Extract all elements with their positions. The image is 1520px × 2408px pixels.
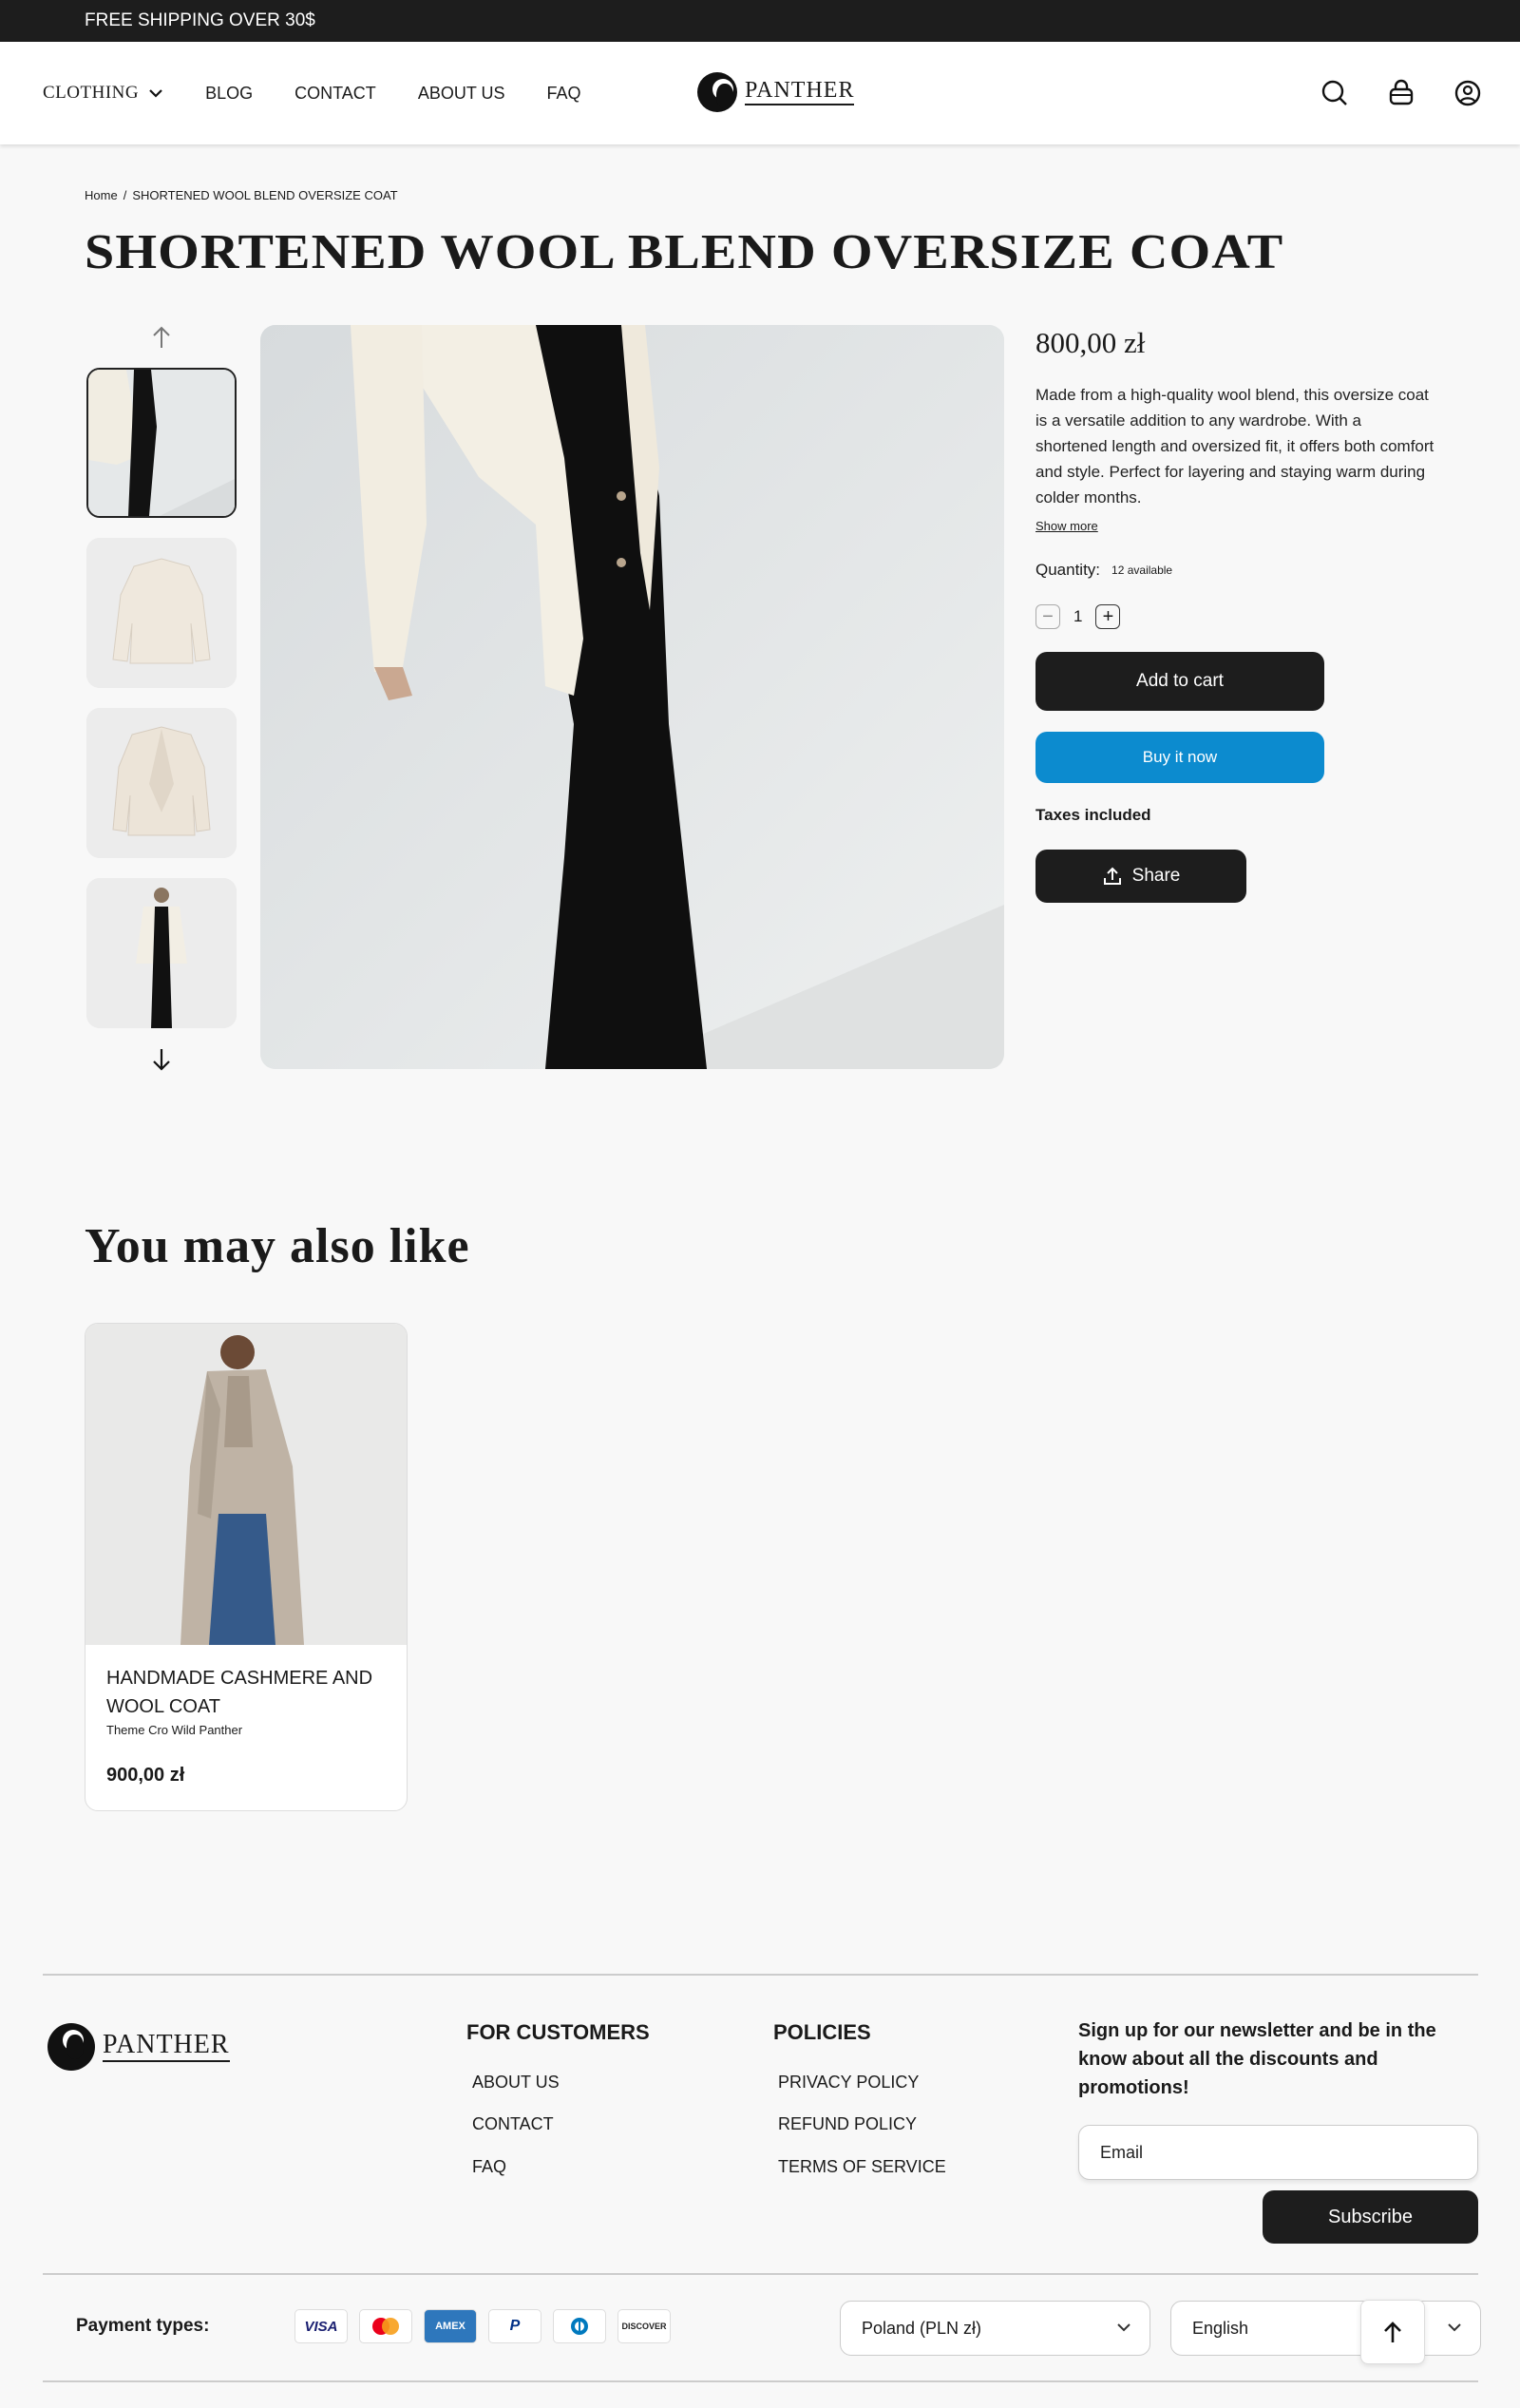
footer-link-privacy-policy[interactable]: PRIVACY POLICY <box>778 2073 919 2093</box>
quantity-plus-button[interactable]: + <box>1095 604 1121 629</box>
footer-link-faq[interactable]: FAQ <box>472 2157 506 2177</box>
quantity-minus-button[interactable]: − <box>1036 604 1060 629</box>
thumbnail-image <box>86 878 237 1028</box>
paypal-icon: P <box>488 2309 542 2343</box>
policies-title: POLICIES <box>773 2020 871 2044</box>
product-description: Made from a high-quality wool blend, thi… <box>1036 386 1434 506</box>
header-logo[interactable]: PANTHER <box>697 72 855 112</box>
gallery-thumbnail-3[interactable] <box>86 708 237 858</box>
cart-icon[interactable] <box>1387 79 1416 107</box>
quantity-stepper: − 1 + <box>1036 604 1121 629</box>
subscribe-button[interactable]: Subscribe <box>1263 2190 1478 2244</box>
country-value: Poland (PLN zł) <box>862 2318 982 2338</box>
gallery-thumbnail-2[interactable] <box>86 538 237 688</box>
payment-types-label: Payment types: <box>76 2316 210 2336</box>
coat-photo <box>86 1324 407 1645</box>
account-icon[interactable] <box>1454 79 1482 107</box>
for-customers-title: FOR CUSTOMERS <box>466 2020 650 2044</box>
buy-it-now-button[interactable]: Buy it now <box>1036 732 1324 783</box>
footer-link-terms-of-service[interactable]: TERMS OF SERVICE <box>778 2157 946 2177</box>
chevron-down-icon <box>1448 2323 1461 2332</box>
gallery-thumbnail-4[interactable] <box>86 878 237 1028</box>
main-product-image[interactable] <box>260 325 1004 1069</box>
nav-item-contact[interactable]: CONTACT <box>294 84 376 104</box>
footer-logo-text: PANTHER <box>103 2032 230 2062</box>
gallery-up-arrow-icon[interactable] <box>147 323 176 352</box>
footer-divider-middle <box>43 2273 1478 2275</box>
email-input[interactable]: Email <box>1078 2125 1478 2180</box>
product-card-image[interactable] <box>86 1324 407 1645</box>
footer-logo[interactable]: PANTHER <box>48 2023 230 2071</box>
diners-icon <box>553 2309 606 2343</box>
nav-item-about-us[interactable]: ABOUT US <box>418 84 505 104</box>
nav-item-faq[interactable]: FAQ <box>547 84 581 104</box>
language-selector[interactable]: English <box>1170 2301 1481 2356</box>
footer-link-refund-policy[interactable]: REFUND POLICY <box>778 2114 917 2134</box>
product-card-price: 900,00 zł <box>106 1765 185 1786</box>
thumbnail-image <box>88 370 235 516</box>
breadcrumb: Home / SHORTENED WOOL BLEND OVERSIZE COA… <box>85 188 398 202</box>
panther-logo-icon <box>48 2023 95 2071</box>
chevron-down-icon <box>1117 2323 1130 2332</box>
announcement-text: FREE SHIPPING OVER 30$ <box>85 10 315 30</box>
share-icon <box>1103 867 1121 885</box>
product-card-title[interactable]: HANDMADE CASHMERE AND WOOL COAT <box>106 1664 391 1721</box>
logo-text: PANTHER <box>745 79 855 105</box>
show-more-link[interactable]: Show more <box>1036 519 1098 533</box>
chevron-down-icon <box>149 89 162 98</box>
discover-icon: DISCOVER <box>618 2309 671 2343</box>
scroll-to-top-button[interactable] <box>1360 2300 1425 2364</box>
announcement-bar: FREE SHIPPING OVER 30$ <box>0 0 1520 42</box>
product-card-vendor: Theme Cro Wild Panther <box>106 1723 243 1737</box>
breadcrumb-separator: / <box>123 188 127 202</box>
thumbnail-image <box>86 538 237 688</box>
nav-item-clothing[interactable]: CLOTHING <box>43 83 163 104</box>
breadcrumb-home[interactable]: Home <box>85 188 118 202</box>
recommendations-heading: You may also like <box>85 1219 470 1273</box>
add-to-cart-button[interactable]: Add to cart <box>1036 652 1324 711</box>
payment-icons: VISA AMEX P DISCOVER <box>294 2309 671 2343</box>
footer-link-contact[interactable]: CONTACT <box>472 2114 554 2134</box>
quantity-value[interactable]: 1 <box>1074 607 1082 626</box>
footer-divider-bottom <box>43 2380 1478 2382</box>
quantity-row: Quantity: 12 available <box>1036 561 1172 580</box>
gallery-down-arrow-icon[interactable] <box>147 1045 176 1074</box>
header-icons <box>1320 42 1482 144</box>
footer-divider-top <box>43 1974 1478 1976</box>
share-button[interactable]: Share <box>1036 850 1246 903</box>
share-label: Share <box>1131 866 1181 886</box>
arrow-up-icon <box>1384 2322 1401 2342</box>
product-photo <box>260 325 1004 1069</box>
product-price: 800,00 zł <box>1036 326 1146 359</box>
nav-item-blog[interactable]: BLOG <box>205 84 253 104</box>
country-selector[interactable]: Poland (PLN zł) <box>840 2301 1150 2356</box>
site-header: CLOTHING BLOG CONTACT ABOUT US FAQ PANTH… <box>0 42 1520 144</box>
language-value: English <box>1192 2318 1249 2338</box>
nav-label: CLOTHING <box>43 83 140 103</box>
taxes-note: Taxes included <box>1036 806 1151 824</box>
panther-logo-icon <box>697 72 737 112</box>
stock-available: 12 available <box>1112 564 1173 577</box>
search-icon[interactable] <box>1320 79 1349 107</box>
amex-icon: AMEX <box>424 2309 477 2343</box>
newsletter-text: Sign up for our newsletter and be in the… <box>1078 2020 1436 2098</box>
gallery-thumbnail-1[interactable] <box>86 368 237 518</box>
breadcrumb-current: SHORTENED WOOL BLEND OVERSIZE COAT <box>132 188 398 202</box>
footer-link-about-us[interactable]: ABOUT US <box>472 2073 560 2093</box>
visa-icon: VISA <box>294 2309 348 2343</box>
thumbnail-image <box>86 708 237 858</box>
product-card[interactable]: HANDMADE CASHMERE AND WOOL COAT Theme Cr… <box>85 1323 408 1811</box>
quantity-label: Quantity: <box>1036 561 1101 579</box>
main-nav: CLOTHING BLOG CONTACT ABOUT US FAQ <box>43 42 623 144</box>
product-title: SHORTENED WOOL BLEND OVERSIZE COAT <box>85 225 1284 279</box>
mastercard-icon <box>359 2309 412 2343</box>
